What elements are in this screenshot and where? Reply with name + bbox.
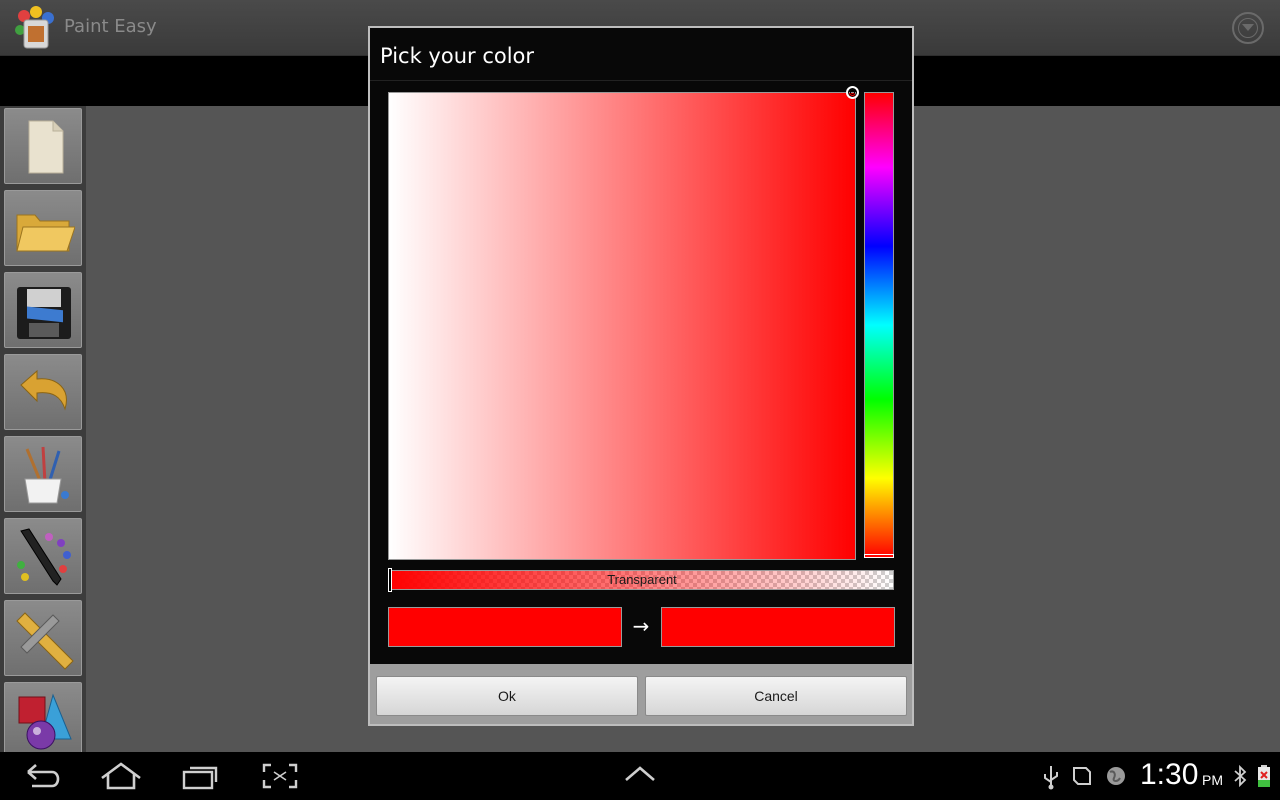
hue-slider[interactable] bbox=[864, 92, 894, 558]
brushes-button[interactable] bbox=[4, 436, 82, 512]
cancel-button[interactable]: Cancel bbox=[645, 676, 907, 716]
old-color-swatch bbox=[388, 607, 622, 647]
usb-icon bbox=[1044, 766, 1058, 790]
chevron-up-icon[interactable] bbox=[622, 762, 658, 786]
measure-tools-button[interactable] bbox=[4, 600, 82, 676]
ruler-icon bbox=[16, 612, 74, 670]
system-navigation-bar: 1:30 PM bbox=[0, 752, 1280, 800]
saturation-value-panel[interactable] bbox=[388, 92, 856, 560]
dropdown-arrow-icon bbox=[1242, 24, 1254, 31]
color-picker-dialog: Pick your color Transparent → Ok Cancel bbox=[368, 26, 914, 726]
undo-arrow-icon bbox=[20, 369, 67, 411]
screenshot-icon[interactable] bbox=[260, 762, 300, 790]
sync-icon bbox=[1073, 767, 1091, 785]
3d-shapes-icon bbox=[18, 693, 72, 750]
tool-sidebar bbox=[0, 106, 86, 758]
app-title: Paint Easy bbox=[64, 16, 157, 37]
new-document-button[interactable] bbox=[4, 108, 82, 184]
back-icon[interactable] bbox=[22, 762, 62, 790]
shapes-button[interactable] bbox=[4, 682, 82, 758]
dialog-title: Pick your color bbox=[380, 44, 535, 68]
hue-slider-handle[interactable] bbox=[864, 554, 894, 558]
status-clock: 1:30 bbox=[1140, 758, 1199, 791]
save-button[interactable] bbox=[4, 272, 82, 348]
saturation-value-cursor[interactable] bbox=[846, 86, 859, 99]
overflow-menu-button[interactable] bbox=[1232, 12, 1264, 44]
pencil-palette-icon bbox=[17, 528, 71, 586]
alpha-slider[interactable]: Transparent bbox=[388, 570, 894, 590]
new-color-swatch bbox=[661, 607, 895, 647]
brush-cup-icon bbox=[24, 446, 69, 504]
paint-bucket-logo-icon bbox=[10, 4, 60, 52]
alpha-slider-handle[interactable] bbox=[388, 568, 392, 592]
document-icon bbox=[28, 120, 64, 174]
floppy-disk-icon bbox=[17, 287, 71, 339]
folder-icon bbox=[16, 214, 75, 252]
ok-button[interactable]: Ok bbox=[376, 676, 638, 716]
battery-charging-icon bbox=[1258, 765, 1270, 787]
open-file-button[interactable] bbox=[4, 190, 82, 266]
color-palette-button[interactable] bbox=[4, 518, 82, 594]
bluetooth-icon bbox=[1234, 764, 1247, 788]
undo-button[interactable] bbox=[4, 354, 82, 430]
globe-icon bbox=[1107, 767, 1125, 785]
recent-apps-icon[interactable] bbox=[180, 762, 220, 790]
dialog-divider bbox=[370, 80, 912, 81]
dialog-button-bar: Ok Cancel bbox=[370, 664, 912, 724]
home-icon[interactable] bbox=[100, 762, 142, 790]
arrow-right-icon: → bbox=[632, 614, 650, 638]
alpha-label: Transparent bbox=[607, 572, 677, 587]
status-ampm: PM bbox=[1202, 772, 1223, 788]
